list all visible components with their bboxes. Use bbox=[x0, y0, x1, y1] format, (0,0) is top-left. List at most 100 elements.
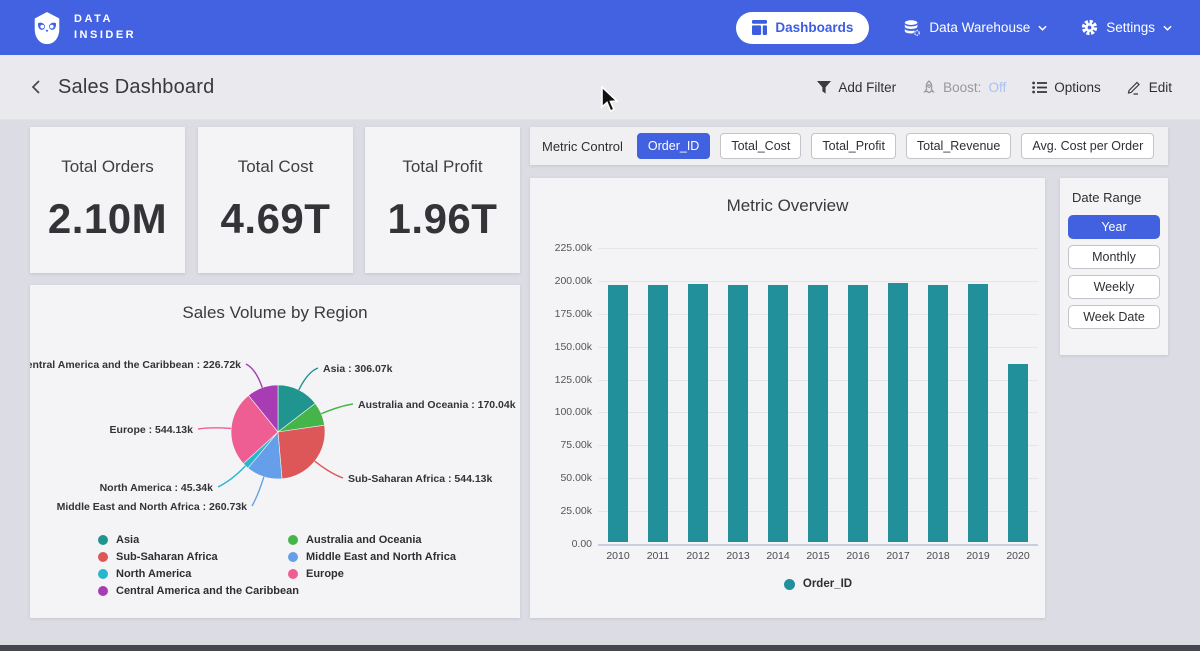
edit-label: Edit bbox=[1149, 80, 1172, 95]
owl-logo-icon bbox=[30, 11, 64, 45]
pie-legend-column: Australia and Oceania Middle East and Nor… bbox=[288, 531, 456, 582]
x-axis-tick: 2012 bbox=[678, 550, 718, 562]
legend-dot bbox=[98, 535, 108, 545]
pie-legend-item[interactable]: Australia and Oceania bbox=[288, 531, 456, 548]
bar-2019[interactable] bbox=[968, 284, 988, 542]
nav-dashboards-label: Dashboards bbox=[775, 20, 853, 35]
legend-dot bbox=[288, 552, 298, 562]
top-nav: DATA INSIDER Dashboards Data Warehouse bbox=[0, 0, 1200, 55]
date-button-monthly[interactable]: Monthly bbox=[1068, 245, 1160, 269]
bar-2016[interactable] bbox=[848, 285, 868, 542]
legend-dot bbox=[98, 569, 108, 579]
gridline bbox=[598, 281, 1038, 282]
metric-control-label: Metric Control bbox=[542, 139, 623, 154]
y-axis-tick: 200.00k bbox=[536, 275, 592, 287]
chevron-down-icon bbox=[1163, 25, 1172, 31]
add-filter-label: Add Filter bbox=[838, 80, 896, 95]
pie-leader-line bbox=[246, 364, 262, 388]
edit-button[interactable]: Edit bbox=[1127, 80, 1172, 95]
pie-slice-label: Europe : 544.13k bbox=[110, 424, 194, 436]
legend-label: Australia and Oceania bbox=[306, 534, 422, 546]
brand: DATA INSIDER bbox=[30, 11, 136, 45]
bar-2010[interactable] bbox=[608, 285, 628, 542]
x-axis-tick: 2016 bbox=[838, 550, 878, 562]
bar-2015[interactable] bbox=[808, 285, 828, 542]
options-list-icon bbox=[1032, 81, 1047, 94]
pie-slice-label: Middle East and North Africa : 260.73k bbox=[57, 501, 248, 513]
metric-button-total-profit[interactable]: Total_Profit bbox=[811, 133, 896, 159]
nav-data-warehouse[interactable]: Data Warehouse bbox=[903, 19, 1047, 37]
options-button[interactable]: Options bbox=[1032, 80, 1101, 95]
metric-control-bar: Metric Control Order_ID Total_Cost Total… bbox=[530, 127, 1168, 165]
brand-text: DATA INSIDER bbox=[74, 12, 136, 44]
pie-legend-item[interactable]: North America bbox=[98, 565, 299, 582]
bar-2018[interactable] bbox=[928, 285, 948, 543]
x-axis-tick: 2020 bbox=[998, 550, 1038, 562]
bar-2012[interactable] bbox=[688, 284, 708, 542]
gear-icon bbox=[1081, 19, 1098, 36]
kpi-label: Total Orders bbox=[61, 157, 154, 177]
x-axis-tick: 2010 bbox=[598, 550, 638, 562]
nav-settings-label: Settings bbox=[1106, 20, 1155, 35]
back-icon[interactable] bbox=[28, 78, 46, 96]
pie-slice-label: Central America and the Caribbean : 226.… bbox=[30, 359, 241, 371]
bar-2013[interactable] bbox=[728, 285, 748, 542]
kpi-label: Total Cost bbox=[238, 157, 314, 177]
options-label: Options bbox=[1054, 80, 1101, 95]
pie-legend-item[interactable]: Middle East and North Africa bbox=[288, 548, 456, 565]
bar-2020[interactable] bbox=[1008, 364, 1028, 542]
legend-label: Central America and the Caribbean bbox=[116, 585, 299, 597]
legend-label: Asia bbox=[116, 534, 139, 546]
y-axis-tick: 125.00k bbox=[536, 374, 592, 386]
pie-slice[interactable] bbox=[278, 425, 325, 479]
pie-chart: Asia : 306.07kAustralia and Oceania : 17… bbox=[30, 335, 520, 550]
kpi-value: 2.10M bbox=[48, 195, 167, 243]
pie-leader-line bbox=[321, 404, 353, 414]
date-button-weekly[interactable]: Weekly bbox=[1068, 275, 1160, 299]
pie-leader-line bbox=[315, 461, 343, 478]
add-filter-button[interactable]: Add Filter bbox=[817, 80, 896, 95]
boost-value: Off bbox=[988, 80, 1006, 95]
pie-legend-item[interactable]: Europe bbox=[288, 565, 456, 582]
chevron-down-icon bbox=[1038, 25, 1047, 31]
bar-chart-title: Metric Overview bbox=[530, 178, 1045, 216]
pie-legend-item[interactable]: Asia bbox=[98, 531, 299, 548]
legend-dot bbox=[784, 579, 795, 590]
pencil-icon bbox=[1127, 80, 1142, 95]
y-axis-tick: 175.00k bbox=[536, 308, 592, 320]
metric-button-total-cost[interactable]: Total_Cost bbox=[720, 133, 801, 159]
kpi-card-total-cost: Total Cost 4.69T bbox=[198, 127, 353, 273]
x-axis-tick: 2018 bbox=[918, 550, 958, 562]
date-button-week-date[interactable]: Week Date bbox=[1068, 305, 1160, 329]
x-axis-tick: 2014 bbox=[758, 550, 798, 562]
legend-label: Europe bbox=[306, 568, 344, 580]
x-axis-tick: 2019 bbox=[958, 550, 998, 562]
legend-dot bbox=[288, 535, 298, 545]
y-axis-tick: 75.00k bbox=[536, 439, 592, 451]
nav-data-warehouse-label: Data Warehouse bbox=[929, 20, 1030, 35]
y-axis-tick: 25.00k bbox=[536, 505, 592, 517]
filter-icon bbox=[817, 81, 831, 94]
legend-label: Order_ID bbox=[803, 578, 852, 590]
bar-2011[interactable] bbox=[648, 285, 668, 542]
metric-button-order-id[interactable]: Order_ID bbox=[637, 133, 710, 159]
kpi-card-total-profit: Total Profit 1.96T bbox=[365, 127, 520, 273]
metric-button-avg-cost[interactable]: Avg. Cost per Order bbox=[1021, 133, 1154, 159]
nav-dashboards-button[interactable]: Dashboards bbox=[736, 12, 869, 44]
legend-label: Sub-Saharan Africa bbox=[116, 551, 218, 563]
bar-2014[interactable] bbox=[768, 285, 788, 542]
date-button-year[interactable]: Year bbox=[1068, 215, 1160, 239]
y-axis-tick: 225.00k bbox=[536, 242, 592, 254]
page-title: Sales Dashboard bbox=[58, 76, 214, 99]
nav-settings[interactable]: Settings bbox=[1081, 19, 1172, 36]
pie-slice-label: Australia and Oceania : 170.04k bbox=[358, 399, 516, 411]
pie-legend-item[interactable]: Sub-Saharan Africa bbox=[98, 548, 299, 565]
bar-chart-plot: 225.00k200.00k175.00k150.00k125.00k100.0… bbox=[598, 240, 1038, 544]
pie-legend-item[interactable]: Central America and the Caribbean bbox=[98, 582, 299, 599]
legend-dot bbox=[98, 586, 108, 596]
boost-toggle[interactable]: Boost: Off bbox=[922, 80, 1006, 95]
metric-button-total-revenue[interactable]: Total_Revenue bbox=[906, 133, 1011, 159]
x-axis-tick: 2015 bbox=[798, 550, 838, 562]
bar-2017[interactable] bbox=[888, 283, 908, 542]
x-axis-tick: 2013 bbox=[718, 550, 758, 562]
